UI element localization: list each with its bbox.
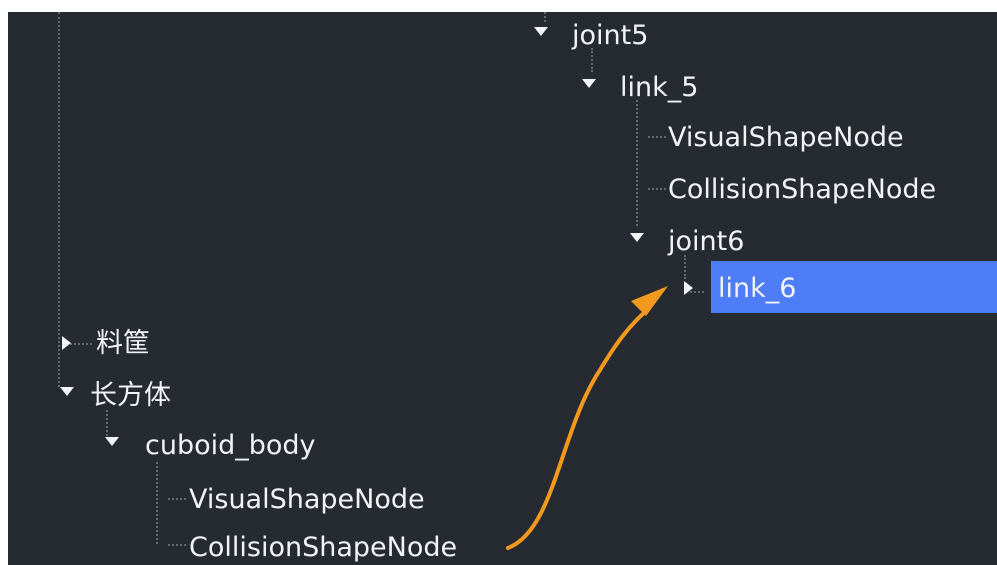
annotation-arrow [506,286,668,550]
